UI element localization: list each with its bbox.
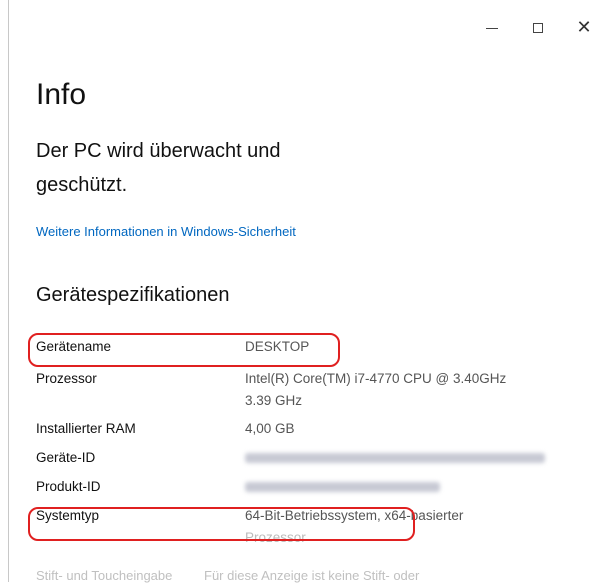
maximize-button[interactable] xyxy=(515,12,561,44)
spec-row-product-id: Produkt-ID xyxy=(36,476,596,505)
spec-label: Prozessor xyxy=(36,371,97,386)
spec-row-device-id: Geräte-ID xyxy=(36,447,596,476)
minimize-icon xyxy=(486,27,498,29)
spec-value-line: Prozessor xyxy=(245,530,306,545)
spec-value-redacted xyxy=(245,476,575,505)
spec-label: Systemtyp xyxy=(36,508,100,523)
protection-status-heading: Der PC wird überwacht und geschützt. xyxy=(36,140,281,196)
close-icon: ✕ xyxy=(576,17,592,38)
device-specs-heading: Gerätespezifikationen xyxy=(36,284,230,306)
spec-value-line: 3.39 GHz xyxy=(245,393,303,408)
spec-value[interactable]: 4,00 GB xyxy=(245,418,575,447)
spec-label: Installierter RAM xyxy=(36,421,136,436)
spec-value[interactable]: Intel(R) Core(TM) i7-4770 CPU @ 3.40GHz … xyxy=(245,368,575,418)
device-specs-table: Gerätename DESKTOP Prozessor Intel(R) Co… xyxy=(36,336,596,551)
spec-value[interactable]: 64-Bit-Betriebssystem, x64-basierter Pro… xyxy=(245,505,575,551)
spec-row-device-name: Gerätename DESKTOP xyxy=(36,336,596,368)
spec-row-ram: Installierter RAM 4,00 GB xyxy=(36,418,596,447)
spec-row-processor: Prozessor Intel(R) Core(TM) i7-4770 CPU … xyxy=(36,368,596,418)
spec-value-line: Intel(R) Core(TM) i7-4770 CPU @ 3.40GHz xyxy=(245,371,507,386)
close-button[interactable]: ✕ xyxy=(561,12,607,44)
maximize-icon xyxy=(533,23,543,33)
settings-window: ✕ Info Der PC wird überwacht und geschüt… xyxy=(8,0,609,583)
spec-value-line: 64-Bit-Betriebssystem, x64-basierter xyxy=(245,508,464,523)
redacted-value-bar xyxy=(245,482,440,493)
spec-label: Geräte-ID xyxy=(36,450,96,465)
minimize-button[interactable] xyxy=(469,12,515,44)
redacted-value-bar xyxy=(245,453,545,464)
spec-value[interactable]: DESKTOP xyxy=(245,336,575,368)
spec-label: Gerätename xyxy=(36,339,112,354)
spec-label: Stift- und Toucheingabe xyxy=(36,568,173,583)
spec-value-redacted xyxy=(245,447,575,476)
spec-value: Für diese Anzeige ist keine Stift- oder xyxy=(204,568,420,583)
page-title: Info xyxy=(36,78,87,111)
spec-label: Produkt-ID xyxy=(36,479,101,494)
partial-row-pen-touch: Stift- und Toucheingabe Für diese Anzeig… xyxy=(36,568,419,583)
spec-row-system-type: Systemtyp 64-Bit-Betriebssystem, x64-bas… xyxy=(36,505,596,551)
windows-security-link[interactable]: Weitere Informationen in Windows-Sicherh… xyxy=(36,224,296,239)
